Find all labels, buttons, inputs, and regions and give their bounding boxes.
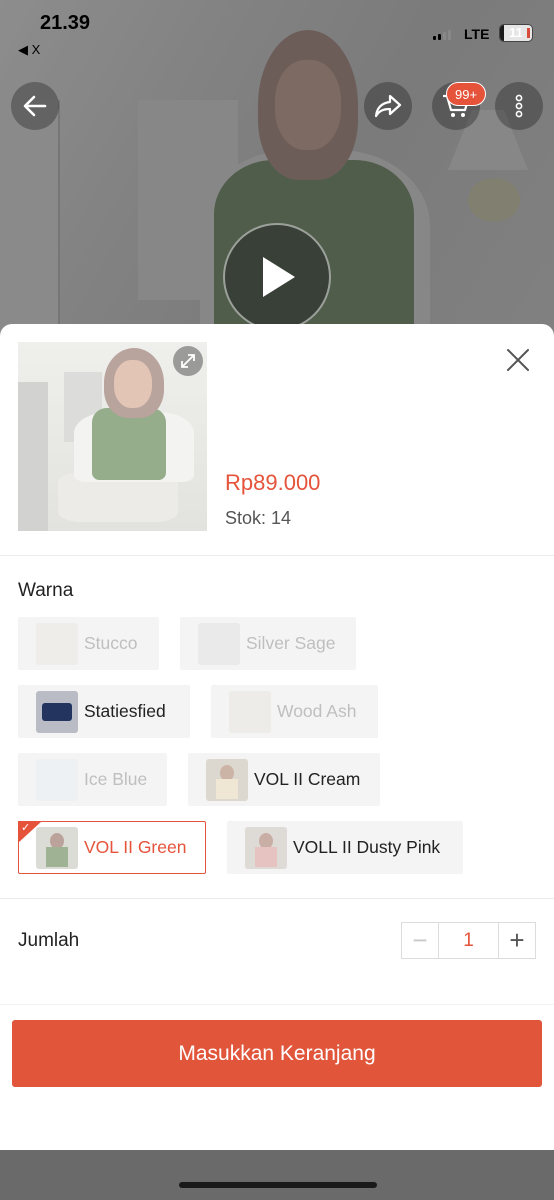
variant-option-statiesfied[interactable]: Statiesfied [18,685,190,738]
divider [0,1004,554,1005]
close-button[interactable] [504,346,532,374]
variant-label: Stucco [84,633,138,653]
product-stock: Stok: 14 [225,508,292,528]
status-bar: 21.39 ◀ X LTE 11 [0,0,554,64]
variant-thumbnail [36,690,78,733]
variant-option-vol-ii-green[interactable]: ✓ VOL II Green [18,821,206,874]
variant-thumbnail [229,690,271,733]
more-vertical-icon [515,94,523,118]
network-type: LTE [464,26,490,42]
variant-option-silver-sage[interactable]: Silver Sage [180,617,356,670]
variant-label: VOLL II Dusty Pink [293,837,441,857]
share-icon [374,94,402,118]
variant-thumbnail [245,826,287,869]
home-indicator-area [0,1150,554,1200]
variant-label: VOL II Green [84,837,187,857]
variant-bottom-sheet: Rp89.000 Stok: 14 Warna Stucco Silver Sa… [0,324,554,1152]
variant-option-ice-blue[interactable]: Ice Blue [18,753,167,806]
play-icon [263,257,295,297]
variant-label: Ice Blue [84,769,148,789]
variant-thumbnail [206,758,248,801]
variant-option-wood-ash[interactable]: Wood Ash [211,685,378,738]
status-time: 21.39 [40,12,91,34]
expand-image-button[interactable] [173,346,203,376]
variant-option-stucco[interactable]: Stucco [18,617,159,670]
quantity-label: Jumlah [18,930,80,951]
product-price: Rp89.000 [225,470,321,495]
battery-icon: 11 [499,24,533,42]
more-options-button[interactable] [495,82,543,130]
arrow-left-icon [23,95,47,117]
increase-quantity-button[interactable]: + [499,923,535,958]
variant-thumbnail [36,622,78,665]
share-button[interactable] [364,82,412,130]
variant-label: VOL II Cream [254,769,361,789]
divider [0,898,554,899]
home-indicator[interactable] [179,1182,377,1188]
quantity-stepper: − 1 + [401,922,536,959]
variant-label: Wood Ash [277,701,357,721]
variant-option-vol-ii-cream[interactable]: VOL II Cream [188,753,380,806]
back-button[interactable] [11,82,59,130]
variant-thumbnail [36,758,78,801]
product-thumbnail[interactable] [18,342,207,531]
expand-icon [181,354,195,368]
back-to-app-link[interactable]: ◀ X [18,42,40,58]
variant-label: Silver Sage [246,633,336,653]
decrease-quantity-button[interactable]: − [402,923,438,958]
cart-count-badge: 99+ [446,82,487,106]
quantity-value[interactable]: 1 [438,923,499,958]
divider [0,555,554,556]
signal-icon [433,30,451,40]
variant-option-voll-ii-dusty-pink[interactable]: VOLL II Dusty Pink [227,821,463,874]
close-icon [507,349,529,371]
variant-thumbnail [198,622,240,665]
add-to-cart-button[interactable]: Masukkan Keranjang [12,1020,542,1087]
variant-section-title: Warna [18,580,74,601]
variant-label: Statiesfied [84,701,166,721]
play-video-button[interactable] [223,223,331,331]
variant-thumbnail [36,826,78,869]
